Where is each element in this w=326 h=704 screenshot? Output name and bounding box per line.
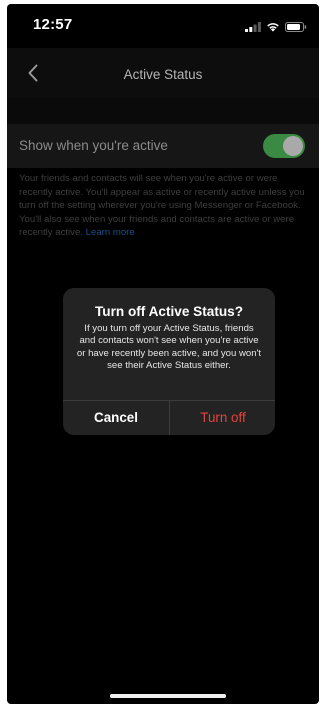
cancel-button[interactable]: Cancel: [63, 400, 169, 435]
section-spacer: [7, 98, 319, 124]
nav-header: Active Status: [7, 48, 319, 98]
battery-icon: [285, 19, 307, 37]
phone-screen: 12:57 Active Status Show when you're act…: [7, 4, 319, 704]
status-icons: [245, 19, 307, 37]
learn-more-link[interactable]: Learn more: [86, 227, 135, 238]
active-status-row[interactable]: Show when you're active: [7, 124, 319, 168]
home-indicator[interactable]: [110, 694, 226, 698]
dialog-title: Turn off Active Status?: [94, 304, 244, 319]
toggle-knob: [283, 136, 303, 156]
active-status-label: Show when you're active: [19, 138, 168, 153]
wifi-icon: [266, 19, 280, 37]
page-title: Active Status: [123, 67, 203, 82]
active-status-toggle[interactable]: [263, 134, 305, 158]
status-bar: 12:57: [7, 4, 319, 48]
cellular-signal-icon: [245, 19, 261, 37]
turn-off-button[interactable]: Turn off: [170, 400, 275, 435]
turn-off-dialog: Turn off Active Status? If you turn off …: [63, 288, 275, 435]
active-status-description: Your friends and contacts will see when …: [19, 172, 311, 240]
dialog-message: If you turn off your Active Status, frie…: [76, 323, 262, 371]
description-text: Your friends and contacts will see when …: [19, 173, 305, 238]
status-time: 12:57: [33, 16, 73, 33]
